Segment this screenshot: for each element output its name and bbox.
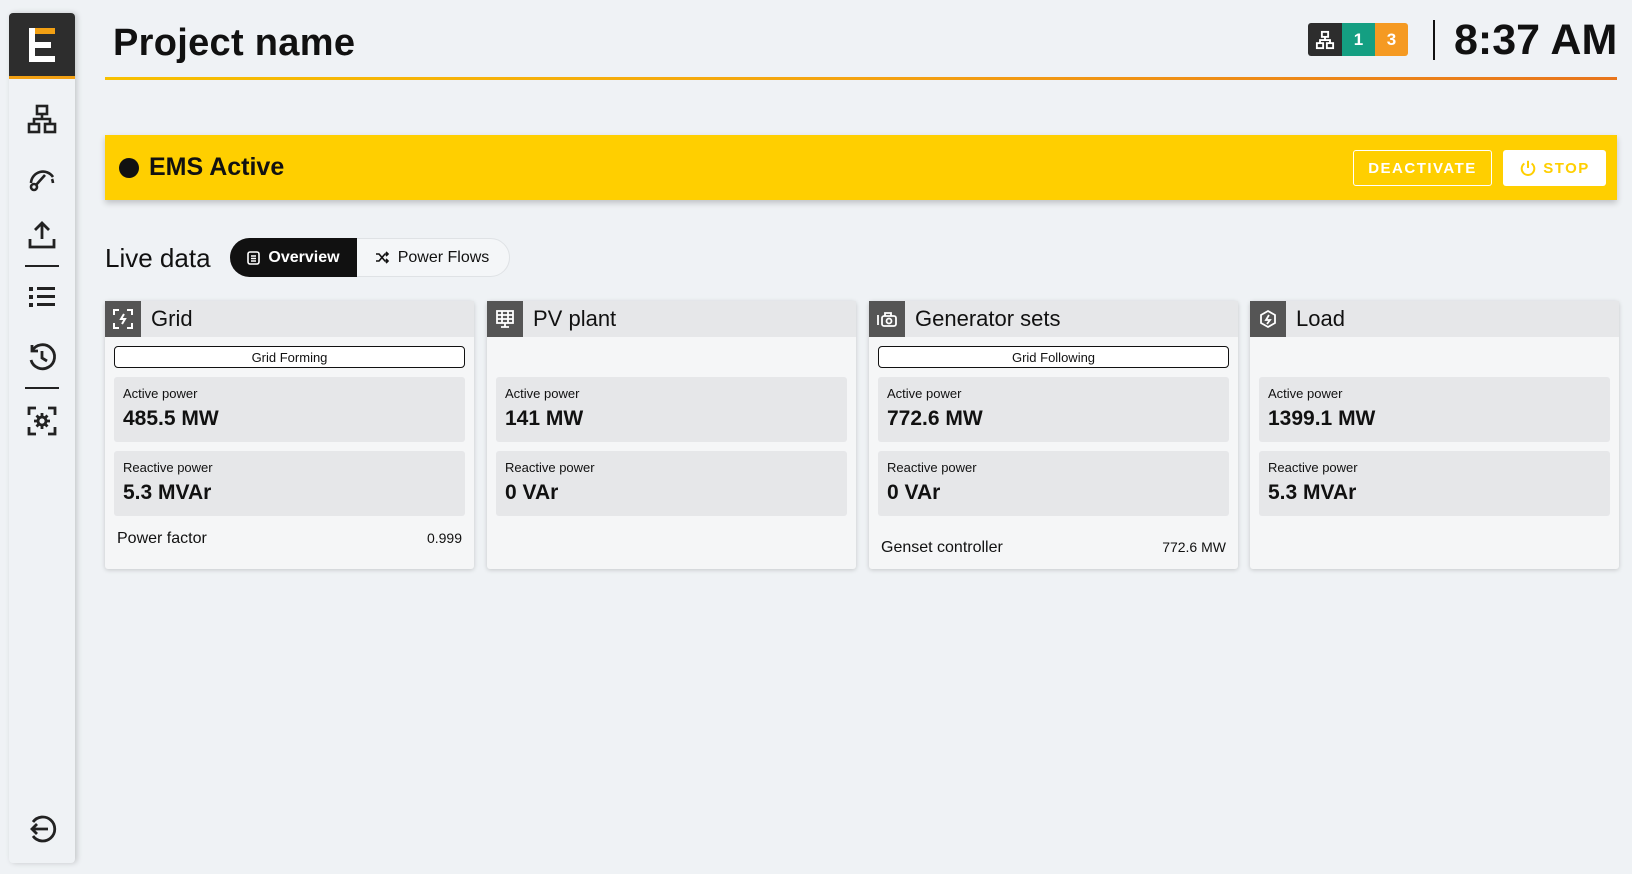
card-load[interactable]: Load Active power 1399.1 MW Reactive pow… [1250,301,1619,569]
metric-value: 5.3 MVAr [123,481,212,504]
nav-divider [25,265,59,267]
card-header: Generator sets [869,301,1238,337]
ems-status-dot [119,157,139,178]
load-house-icon [1260,309,1276,329]
header-underline [105,77,1617,80]
card-title: PV plant [533,306,617,331]
tab-power-flows-label: Power Flows [397,248,490,266]
active-power-metric: Active power 772.6 MW [878,377,1229,442]
card-icon-box [105,301,141,337]
foot-label: Genset controller [881,539,1003,556]
list-doc-icon [247,250,261,265]
history-icon [29,343,56,371]
card-icon-box [869,301,905,337]
card-title: Generator sets [915,306,1061,331]
card-header: Load [1250,301,1619,337]
logout-icon [30,815,57,843]
shuffle-icon [375,251,389,264]
grid-icon [113,309,133,329]
nav-divider [25,387,59,389]
generator-icon [877,312,897,327]
sidebar [9,13,75,863]
upload-icon [28,221,56,249]
metric-value: 0 VAr [505,481,559,504]
card-header: PV plant [487,301,856,337]
gauge-icon [29,170,55,192]
metric-label: Active power [1268,386,1343,401]
card-generator-sets[interactable]: Generator sets Grid Following Active pow… [869,301,1238,569]
mode-badge: Grid Forming [114,346,465,368]
metric-label: Reactive power [887,460,977,475]
foot-value: 0.999 [426,530,462,546]
foot-value: 772.6 MW [1162,539,1226,555]
deactivate-button[interactable]: DEACTIVATE [1353,150,1492,186]
metric-label: Active power [123,386,198,401]
card-icon-box [487,301,523,337]
stop-button[interactable]: STOP [1503,150,1606,186]
metric-value: 0 VAr [887,481,941,504]
active-power-metric: Active power 141 MW [496,377,847,442]
ems-status-banner: EMS Active DEACTIVATE STOP [105,135,1617,200]
active-power-metric: Active power 485.5 MW [114,377,465,442]
metric-label: Reactive power [1268,460,1358,475]
ems-status-label: EMS Active [149,153,285,181]
metric-label: Active power [505,386,580,401]
nav-focus-settings[interactable] [9,395,75,447]
card-icon-box [1250,301,1286,337]
status-topology [1308,23,1342,56]
app-logo[interactable] [9,13,75,79]
solar-panel-icon [496,310,514,328]
clock: 8:37 AM [1454,16,1618,64]
active-power-metric: Active power 1399.1 MW [1259,377,1610,442]
metric-label: Reactive power [505,460,595,475]
list-icon [29,287,55,307]
reactive-power-metric: Reactive power 0 VAr [878,451,1229,516]
metric-value: 1399.1 MW [1268,407,1376,430]
page-title: Project name [113,22,356,64]
power-factor-row: Power factor 0.999 [117,530,462,548]
metric-value: 141 MW [505,407,584,430]
stop-label: STOP [1543,159,1590,177]
sitemap-icon [27,104,57,134]
nav-topology[interactable] [9,93,75,145]
status-ok-count: 1 [1342,23,1375,56]
reactive-power-metric: Reactive power 5.3 MVAr [1259,451,1610,516]
card-title: Load [1296,306,1345,331]
metric-value: 772.6 MW [887,407,983,430]
nav-logout[interactable] [9,803,75,855]
card-pv-plant[interactable]: PV plant Active power 141 MW Reactive po… [487,301,856,569]
live-data-title: Live data [105,243,211,273]
focus-settings-icon [27,406,57,436]
clock-divider [1433,20,1435,60]
sitemap-icon [1315,30,1335,49]
logo-icon [29,27,55,62]
reactive-power-metric: Reactive power 0 VAr [496,451,847,516]
metric-label: Active power [887,386,962,401]
card-header: Grid [105,301,474,337]
nav-list[interactable] [9,271,75,323]
reactive-power-metric: Reactive power 5.3 MVAr [114,451,465,516]
metric-label: Reactive power [123,460,213,475]
nav-history[interactable] [9,331,75,383]
nav-dashboard[interactable] [9,151,75,203]
tab-overview[interactable]: Overview [230,238,357,277]
power-icon [1520,160,1536,176]
nav-upload[interactable] [9,209,75,261]
genset-controller-row: Genset controller 772.6 MW [881,539,1226,557]
card-title: Grid [151,306,193,331]
metric-value: 5.3 MVAr [1268,481,1357,504]
mode-badge: Grid Following [878,346,1229,368]
card-grid[interactable]: Grid Grid Forming Active power 485.5 MW … [105,301,474,569]
foot-label: Power factor [117,530,207,547]
metric-value: 485.5 MW [123,407,219,430]
tab-overview-label: Overview [268,248,340,266]
status-indicator[interactable]: 1 3 [1308,23,1408,56]
status-warn-count: 3 [1375,23,1408,56]
tab-power-flows[interactable]: Power Flows [357,238,507,277]
live-data-tabs: Overview Power Flows [230,238,510,277]
